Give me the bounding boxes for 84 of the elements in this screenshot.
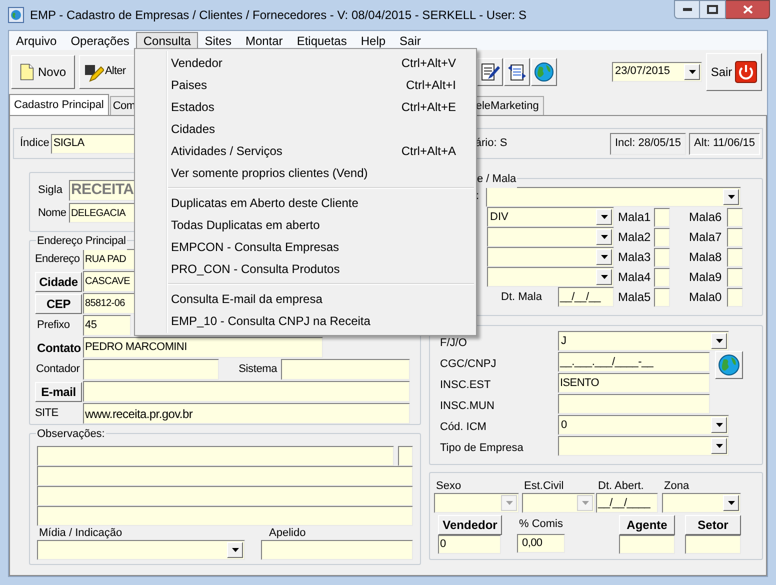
field-label: INSC.EST bbox=[440, 378, 492, 393]
field-label: Mídia / Indicação bbox=[38, 527, 124, 540]
field-label: Mala6 bbox=[689, 209, 723, 226]
form-button[interactable]: Agente bbox=[619, 515, 675, 535]
field-label: % Comis bbox=[518, 517, 563, 532]
field-label: Mala8 bbox=[689, 249, 723, 266]
group-title: Endereço Principal bbox=[36, 233, 127, 250]
menu-item[interactable]: PRO_CON - Consulta Produtos bbox=[135, 258, 476, 280]
menu-item[interactable]: Consulta E-mail da empresa bbox=[135, 288, 476, 310]
field-label: CGC/CNPJ bbox=[440, 357, 498, 372]
field-label: INSC.MUN bbox=[440, 399, 496, 414]
created-date: Incl: 28/05/15 bbox=[610, 132, 686, 154]
field-label: Mala4 bbox=[618, 269, 652, 286]
field-label: Mala7 bbox=[689, 229, 723, 246]
dropdown[interactable]: DIV bbox=[487, 207, 614, 227]
input-field[interactable]: __/__/__ bbox=[558, 287, 614, 307]
field-label: Sexo bbox=[435, 479, 462, 493]
group-title: Observações: bbox=[36, 426, 106, 442]
shortcut-text: Ctrl+Alt+A bbox=[401, 143, 456, 160]
field-label: Contador bbox=[35, 362, 81, 378]
field-label: Prefixo bbox=[36, 318, 71, 334]
menu-item[interactable]: Consulta bbox=[136, 32, 198, 50]
field-label: Dt. Mala bbox=[501, 290, 542, 305]
field-label: Mala1 bbox=[618, 209, 652, 226]
field-label: Mala2 bbox=[618, 229, 652, 246]
menu-item[interactable]: EMP_10 - Consulta CNPJ na Receita bbox=[135, 310, 476, 332]
input-field[interactable]: PEDRO MARCOMINI bbox=[83, 337, 323, 358]
altered-date: Alt: 11/06/15 bbox=[689, 132, 760, 154]
field-label: SITE bbox=[35, 406, 60, 422]
field-label: Sigla bbox=[38, 183, 64, 198]
menu-item[interactable]: Operações bbox=[64, 32, 136, 50]
dropdown[interactable]: 23/07/2015 bbox=[612, 62, 702, 82]
field-label: Est.Civil bbox=[523, 479, 565, 493]
menu-item[interactable]: Atividades / Serviços Ctrl+Alt+A bbox=[135, 140, 476, 162]
field-label: Dt. Abert. bbox=[597, 479, 645, 493]
menu-item[interactable]: Estados Ctrl+Alt+E bbox=[135, 96, 476, 118]
menu-item[interactable]: Help bbox=[354, 32, 393, 50]
field-label: Contato bbox=[36, 340, 82, 356]
toolbar-button[interactable]: Novo bbox=[11, 54, 75, 88]
form-button[interactable]: Cidade bbox=[35, 272, 82, 292]
shortcut-text: Ctrl+Alt+V bbox=[401, 55, 456, 72]
input-field[interactable]: 0,00 bbox=[517, 534, 565, 553]
menu-item[interactable]: Duplicatas em Aberto deste Cliente bbox=[135, 192, 476, 214]
dropdown[interactable]: J bbox=[558, 331, 729, 351]
input-field[interactable]: www.receita.pr.gov.br bbox=[83, 403, 410, 424]
field-label: F/J/O bbox=[440, 336, 468, 351]
input-field[interactable]: ISENTO bbox=[558, 373, 710, 393]
menu-item[interactable]: Sair bbox=[392, 32, 428, 50]
field-label: Apelido bbox=[268, 527, 307, 540]
input-field[interactable]: __/__/____ bbox=[596, 493, 658, 513]
field-label: Mala3 bbox=[618, 249, 652, 266]
form-button[interactable]: CEP bbox=[35, 294, 82, 314]
menu-item[interactable]: Cidades bbox=[135, 118, 476, 140]
exit-button[interactable]: Sair bbox=[706, 52, 762, 90]
field-label: Índice bbox=[20, 136, 50, 152]
menu-item[interactable]: Montar bbox=[238, 32, 290, 50]
field-label: : bbox=[476, 189, 480, 204]
field-label: Tipo de Empresa bbox=[440, 441, 524, 456]
group-title: e / Mala bbox=[476, 171, 518, 188]
field-label: Endereço bbox=[35, 252, 81, 268]
field-label: Mala0 bbox=[689, 289, 723, 306]
form-button[interactable]: Setor bbox=[685, 515, 741, 535]
field-label: Mala5 bbox=[618, 289, 652, 306]
menu-item[interactable]: EMPCON - Consulta Empresas bbox=[135, 236, 476, 258]
dropdown[interactable]: 0 bbox=[558, 415, 729, 435]
tab[interactable]: Cadastro Principal bbox=[9, 94, 109, 115]
form-button[interactable]: E-mail bbox=[35, 382, 82, 402]
menu-item[interactable]: Todas Duplicatas em aberto bbox=[135, 214, 476, 236]
input-field[interactable]: 0 bbox=[438, 535, 501, 554]
menu-item[interactable]: Ver somente proprios clientes (Vend) bbox=[135, 162, 476, 184]
input-field[interactable]: __.___.___/____-__ bbox=[558, 352, 710, 372]
field-label: Mala9 bbox=[689, 269, 723, 286]
form-button[interactable]: Vendedor bbox=[438, 515, 502, 535]
menu-item[interactable]: Arquivo bbox=[9, 32, 64, 50]
menu-item[interactable]: Etiquetas bbox=[290, 32, 354, 50]
menu-item[interactable]: Sites bbox=[198, 32, 238, 50]
shortcut-text: Ctrl+Alt+I bbox=[406, 77, 456, 94]
window-title: EMP - Cadastro de Empresas / Clientes / Fornecedores - V: 08/04/2015 - SERKELL - User: S bbox=[30, 7, 526, 24]
field-label: Nome bbox=[38, 206, 68, 221]
field-label: Sistema bbox=[238, 362, 278, 378]
field-label: Zona bbox=[663, 479, 690, 493]
input-field[interactable]: 45 bbox=[83, 315, 131, 336]
shortcut-text: Ctrl+Alt+E bbox=[401, 99, 456, 116]
field-label: Cód. ICM bbox=[440, 420, 488, 435]
